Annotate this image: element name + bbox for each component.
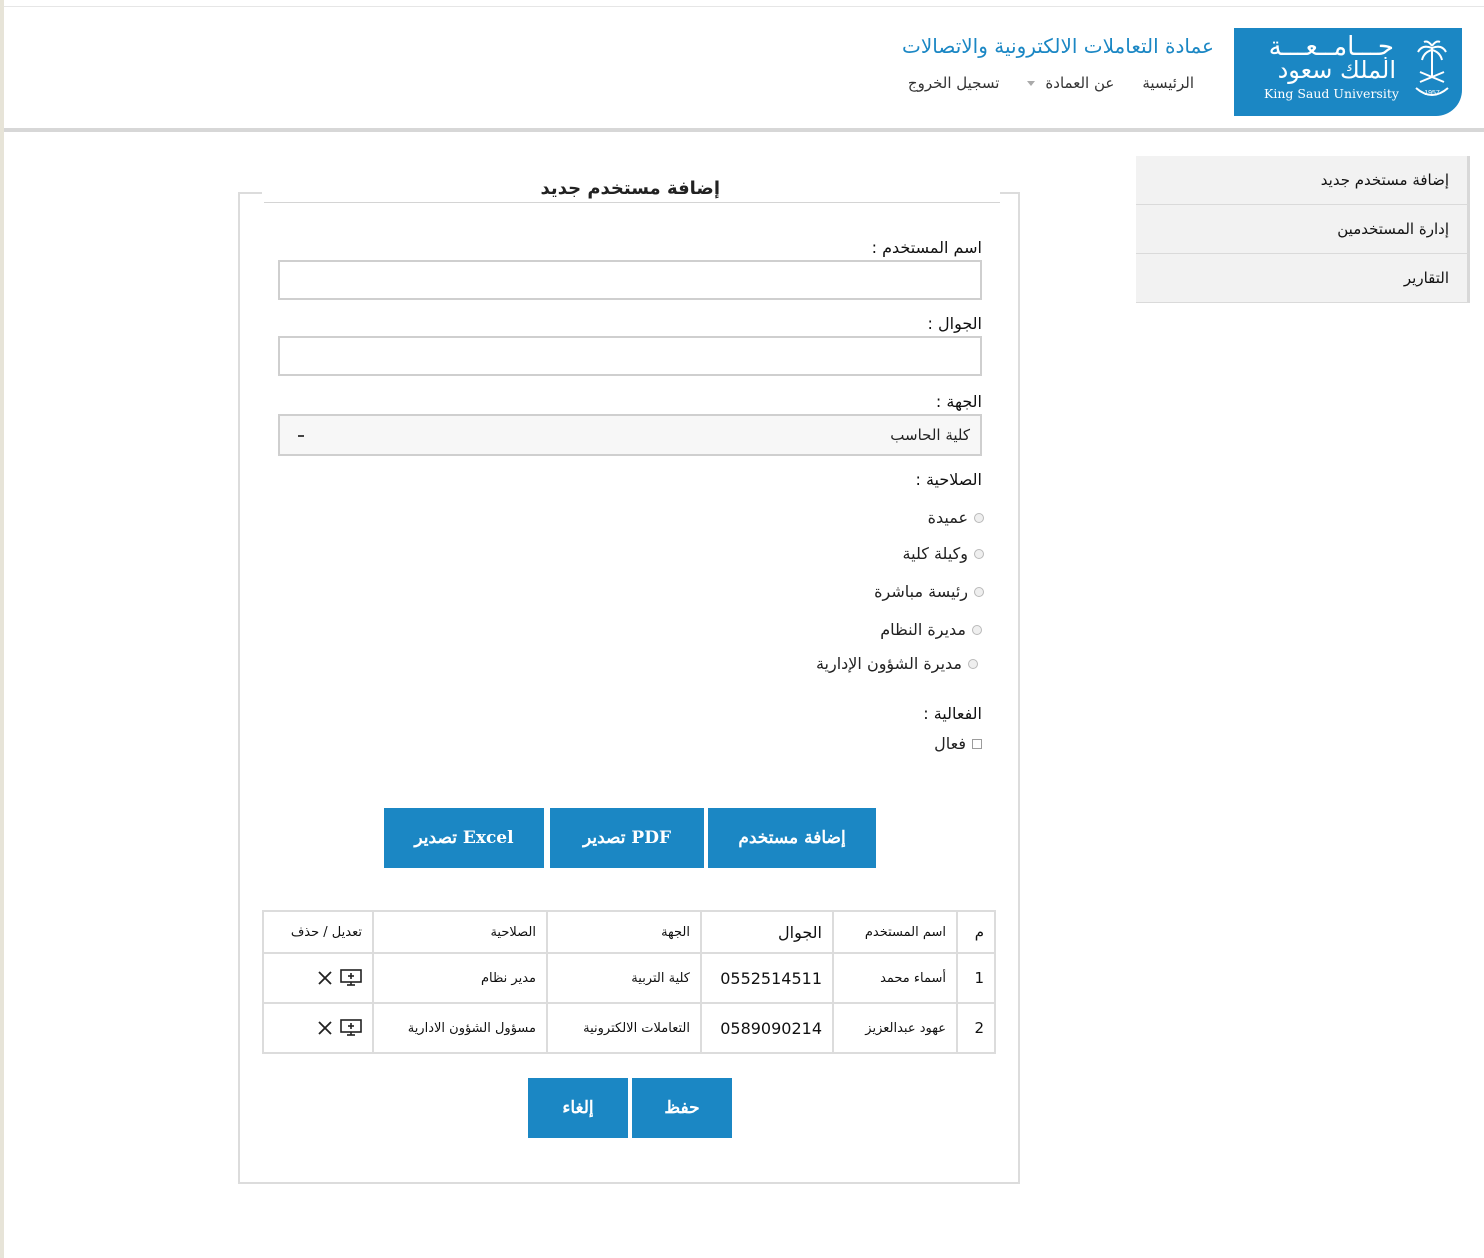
role-option-dean-label: عميدة [927, 508, 968, 527]
palm-swords-emblem-icon: 1957 [1415, 40, 1449, 97]
cell-username: عهود عبدالعزيز [832, 1002, 958, 1054]
edit-monitor-icon[interactable] [340, 1019, 362, 1037]
active-option[interactable]: فعال [934, 734, 982, 753]
radio-admin-affairs[interactable] [968, 658, 978, 669]
radio-system-admin[interactable] [972, 624, 982, 635]
table-header-row: م اسم المستخدم الجوال الجهة الصلاحية تعد… [262, 910, 996, 954]
export-excel-button[interactable]: Excel تصدير [384, 808, 544, 868]
cell-num: 1 [956, 952, 996, 1004]
logo-english-name: King Saud University [1264, 86, 1399, 101]
delete-close-icon[interactable] [318, 1021, 332, 1035]
logo-arabic-line2: الملك سعود [1277, 56, 1396, 84]
header-divider [4, 128, 1484, 132]
top-navigation: الرئيسية عن العمادة تسجيل الخروج [880, 74, 1194, 92]
department-select[interactable]: كلية الحاسب [278, 414, 982, 456]
role-option-admin-affairs-label: مديرة الشؤون الإدارية [815, 654, 962, 673]
username-input[interactable] [278, 260, 982, 300]
top-divider [4, 6, 1484, 7]
sidebar-item-reports[interactable]: التقارير [1136, 254, 1470, 303]
logo-year: 1957 [1424, 90, 1440, 97]
nav-home-link[interactable]: الرئيسية [1142, 74, 1194, 92]
radio-vice-dean[interactable] [974, 548, 984, 559]
col-header-username: اسم المستخدم [832, 910, 958, 954]
mobile-input[interactable] [278, 336, 982, 376]
sidebar-item-manage-users[interactable]: إدارة المستخدمين [1136, 205, 1470, 254]
role-option-vice-dean-label: وكيلة كلية [902, 544, 968, 563]
cell-actions [262, 952, 374, 1004]
cell-mobile: 0552514511 [700, 952, 834, 1004]
role-option-direct-head[interactable]: رئيسة مباشرة [874, 582, 984, 601]
active-checkbox[interactable] [972, 738, 982, 749]
cell-actions [262, 1002, 374, 1054]
cell-role: مدير نظام [372, 952, 548, 1004]
cancel-button[interactable]: إلغاء [528, 1078, 628, 1138]
edit-monitor-icon[interactable] [340, 969, 362, 987]
export-pdf-button[interactable]: PDF تصدير [550, 808, 704, 868]
cell-role: مسؤول الشؤون الادارية [372, 1002, 548, 1054]
role-option-dean[interactable]: عميدة [928, 508, 984, 527]
cell-mobile: 0589090214 [700, 1002, 834, 1054]
cell-department: التعاملات الالكترونية [546, 1002, 702, 1054]
col-header-department: الجهة [546, 910, 702, 954]
table-row: 1 أسماء محمد 0552514511 كلية التربية مدي… [262, 952, 996, 1004]
table-row: 2 عهود عبدالعزيز 0589090214 التعاملات ال… [262, 1002, 996, 1054]
site-title: عمادة التعاملات الالكترونية والاتصالات [902, 34, 1214, 58]
cell-username: أسماء محمد [832, 952, 958, 1004]
delete-close-icon[interactable] [318, 971, 332, 985]
col-header-actions: تعديل / حذف [262, 910, 374, 954]
left-edge-strip [0, 0, 4, 1258]
role-label: الصلاحية : [915, 470, 982, 489]
form-title-underline [264, 202, 1000, 203]
active-checkbox-label: فعال [934, 734, 966, 753]
add-user-button[interactable]: إضافة مستخدم [708, 808, 876, 868]
role-option-admin-affairs[interactable]: مديرة الشؤون الإدارية [816, 654, 978, 673]
nav-about-dropdown[interactable]: عن العمادة [1027, 74, 1114, 92]
activity-label: الفعالية : [923, 704, 982, 723]
mobile-label: الجوال : [927, 314, 982, 333]
department-label: الجهة : [935, 392, 982, 411]
cell-num: 2 [956, 1002, 996, 1054]
form-title: إضافة مستخدم جديد [540, 178, 720, 199]
university-logo[interactable]: جـــامــعـــة الملك سعود King Saud Unive… [1234, 28, 1462, 116]
role-option-vice-dean[interactable]: وكيلة كلية [903, 544, 984, 563]
col-header-role: الصلاحية [372, 910, 548, 954]
role-option-system-admin-label: مديرة النظام [880, 620, 966, 639]
sidebar-menu: إضافة مستخدم جديد إدارة المستخدمين التقا… [1136, 156, 1470, 303]
radio-direct-head[interactable] [974, 586, 984, 597]
username-label: اسم المستخدم : [871, 238, 982, 257]
col-header-num: م [956, 910, 996, 954]
sidebar-item-add-user[interactable]: إضافة مستخدم جديد [1136, 156, 1470, 205]
users-table: م اسم المستخدم الجوال الجهة الصلاحية تعد… [262, 910, 996, 1054]
save-button[interactable]: حفظ [632, 1078, 732, 1138]
role-option-system-admin[interactable]: مديرة النظام [880, 620, 982, 639]
dropdown-arrow-icon [298, 435, 304, 437]
nav-about-label: عن العمادة [1045, 74, 1115, 92]
nav-logout-link[interactable]: تسجيل الخروج [908, 74, 1000, 92]
chevron-down-icon [1027, 80, 1036, 86]
radio-dean[interactable] [974, 512, 984, 523]
department-selected-value: كلية الحاسب [890, 426, 970, 444]
col-header-mobile: الجوال [700, 910, 834, 954]
role-option-direct-head-label: رئيسة مباشرة [874, 582, 968, 601]
cell-department: كلية التربية [546, 952, 702, 1004]
